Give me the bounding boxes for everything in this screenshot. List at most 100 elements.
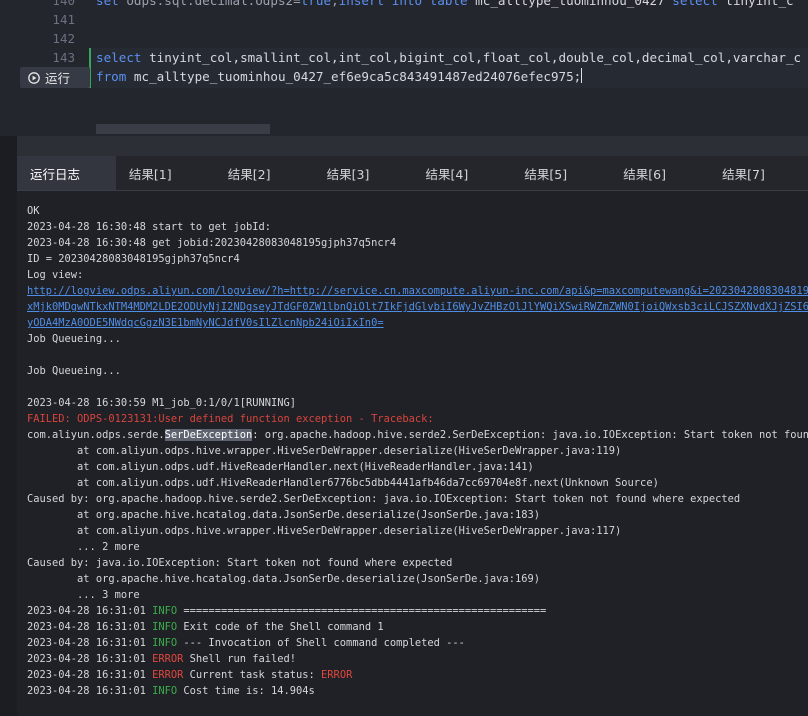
log-line: 2023-04-28 16:30:59 M1_job_0:1/0/1[RUNNI…: [27, 395, 296, 411]
log-line: Job Queueing...: [27, 331, 121, 347]
log-line: at com.aliyun.odps.udf.HiveReaderHandler…: [27, 459, 534, 475]
sql-keyword: insert into table: [338, 0, 468, 8]
log-text: at com.aliyun.odps.hive.wrapper.HiveSerD…: [27, 525, 622, 537]
sql-keyword: set: [96, 0, 119, 8]
code-token: ;: [331, 0, 339, 8]
log-line: 2023-04-28 16:31:01 ERROR Shell run fail…: [27, 651, 296, 667]
code-line-143[interactable]: select tinyint_col,smallint_col,int_col,…: [96, 48, 801, 67]
log-text: com.aliyun.odps.serde.: [27, 429, 165, 441]
info-level: INFO: [152, 605, 178, 617]
log-text: Current task status:: [183, 669, 322, 681]
info-level: INFO: [152, 685, 178, 697]
error-level: ERROR: [321, 669, 353, 681]
log-text: at com.aliyun.odps.udf.HiveReaderHandler…: [27, 461, 534, 473]
code-token: mc_alltype_tuominhou_0427: [467, 0, 673, 8]
log-line: Caused by: org.apache.hadoop.hive.serde2…: [27, 491, 740, 507]
log-text: 2023-04-28 16:30:48 get jobid:2023042808…: [27, 237, 397, 249]
tab-run-log[interactable]: 运行日志: [17, 156, 116, 190]
log-text: Job Queueing...: [27, 333, 121, 345]
line-number: 142: [52, 31, 75, 46]
log-text: 2023-04-28 16:31:01: [27, 669, 153, 681]
tab-result-4[interactable]: 结果[4]: [413, 156, 512, 190]
editor-horizontal-scrollbar[interactable]: [96, 124, 270, 134]
logview-link[interactable]: http://logview.odps.aliyun.com/logview/?…: [27, 283, 808, 299]
log-text: Caused by: org.apache.hadoop.hive.serde2…: [27, 493, 741, 505]
sql-keyword: select: [96, 50, 142, 65]
info-level: INFO: [152, 621, 178, 633]
play-circle-icon: [28, 71, 40, 84]
log-text: 2023-04-28 16:31:01: [27, 637, 153, 649]
log-text: --- Invocation of Shell command complete…: [177, 637, 465, 649]
log-line: OK: [27, 203, 40, 219]
code-line-140[interactable]: set odps.sql.decimal.odps2=true;insert i…: [96, 0, 794, 10]
log-text: at org.apache.hive.hcatalog.data.JsonSer…: [27, 573, 540, 585]
log-text: yODA4MzA0ODE5NWdqcGgzN3E1bmNyNCJdfV0sIlZ…: [27, 317, 384, 329]
search-highlight: SerDeException: [164, 429, 253, 441]
log-line: at com.aliyun.odps.udf.HiveReaderHandler…: [27, 475, 659, 491]
code-line-144[interactable]: from mc_alltype_tuominhou_0427_ef6e9ca5c…: [96, 67, 583, 86]
code-token: odps.sql.decimal.odps2=: [118, 0, 301, 8]
log-line: ID = 20230428083048195gjph37q5ncr4: [27, 251, 240, 267]
log-line: Job Queueing...: [27, 363, 121, 379]
log-text: 2023-04-28 16:30:59 M1_job_0:1/0/1[RUNNI…: [27, 397, 296, 409]
log-text: at com.aliyun.odps.udf.HiveReaderHandler…: [27, 477, 659, 489]
sql-keyword: true: [300, 0, 332, 8]
log-text: OK: [27, 205, 40, 217]
log-line: at org.apache.hive.hcatalog.data.JsonSer…: [27, 571, 540, 587]
log-text: 2023-04-28 16:31:01: [27, 653, 153, 665]
log-text: Cost time is: 14.904s: [177, 685, 315, 697]
log-text: at org.apache.hive.hcatalog.data.JsonSer…: [27, 509, 540, 521]
log-line: 2023-04-28 16:31:01 INFO Cost time is: 1…: [27, 683, 315, 699]
tab-result-6[interactable]: 结果[6]: [610, 156, 709, 190]
log-text: Job Queueing...: [27, 365, 121, 377]
log-line: 2023-04-28 16:31:01 INFO ===============…: [27, 603, 546, 619]
log-line: ... 3 more: [27, 587, 140, 603]
error-level: ERROR: [152, 669, 184, 681]
log-text: Log view:: [27, 269, 84, 281]
result-tabs: 运行日志 结果[1] 结果[2] 结果[3] 结果[4] 结果[5] 结果[6]…: [17, 156, 808, 191]
log-line: 2023-04-28 16:31:01 INFO --- Invocation …: [27, 635, 465, 651]
run-log-output[interactable]: OK 2023-04-28 16:30:48 start to get jobId…: [17, 191, 808, 716]
sql-editor[interactable]: 140 141 142 143 运行 set odps.sql.decimal.…: [0, 0, 808, 136]
code-token: mc_alltype_tuominhou_0427_ef6e9ca5c84349…: [126, 69, 582, 84]
line-number: 143: [52, 50, 75, 65]
panel-splitter[interactable]: [17, 136, 808, 156]
log-text: xMjk0MDgwNTkxNTM4MDM2LDE2ODUyNjI2NDgseyJ…: [27, 301, 808, 313]
log-line: com.aliyun.odps.serde.SerDeException: or…: [27, 427, 808, 443]
log-text: Exit code of the Shell command 1: [177, 621, 384, 633]
log-line: at com.aliyun.odps.hive.wrapper.HiveSerD…: [27, 523, 621, 539]
log-text: 2023-04-28 16:31:01: [27, 621, 153, 633]
line-number: 141: [52, 12, 75, 27]
log-text: 2023-04-28 16:30:48 start to get jobId:: [27, 221, 271, 233]
failed-message: FAILED: ODPS-0123131:User defined functi…: [27, 411, 434, 427]
logview-link[interactable]: yODA4MzA0ODE5NWdqcGgzN3E1bmNyNCJdfV0sIlZ…: [27, 315, 384, 331]
sql-keyword: from: [96, 69, 127, 84]
log-text: Shell run failed!: [183, 653, 297, 665]
log-line: 2023-04-28 16:31:01 INFO Exit code of th…: [27, 619, 384, 635]
log-text: : org.apache.hadoop.hive.serde2.SerDeExc…: [252, 429, 808, 441]
tab-result-5[interactable]: 结果[5]: [511, 156, 610, 190]
text-cursor: [581, 68, 583, 83]
logview-link[interactable]: xMjk0MDgwNTkxNTM4MDM2LDE2ODUyNjI2NDgseyJ…: [27, 299, 808, 315]
tab-result-2[interactable]: 结果[2]: [215, 156, 314, 190]
log-line: at com.aliyun.odps.hive.wrapper.HiveSerD…: [27, 443, 621, 459]
info-level: INFO: [152, 637, 178, 649]
log-text: ... 3 more: [27, 589, 140, 601]
line-number: 140: [52, 0, 75, 8]
code-token: tinyint_col,smallint_col,int_col,bigint_…: [141, 50, 802, 65]
log-text: ... 2 more: [27, 541, 140, 553]
sql-keyword: select: [672, 0, 718, 8]
log-text: FAILED: ODPS-0123131:User defined functi…: [27, 413, 434, 425]
run-button-label: 运行: [45, 71, 71, 86]
log-text: http://logview.odps.aliyun.com/logview/?…: [27, 285, 808, 297]
log-line: 2023-04-28 16:30:48 start to get jobId:: [27, 219, 271, 235]
run-button[interactable]: 运行: [20, 67, 90, 88]
tab-result-3[interactable]: 结果[3]: [314, 156, 413, 190]
log-text: Caused by: java.io.IOException: Start to…: [27, 557, 453, 569]
tab-result-7[interactable]: 结果[7]: [709, 156, 808, 190]
log-line: Log view:: [27, 267, 83, 283]
code-token: tinyint_c: [717, 0, 794, 8]
log-line: 2023-04-28 16:31:01 ERROR Current task s…: [27, 667, 352, 683]
log-text: at com.aliyun.odps.hive.wrapper.HiveSerD…: [27, 445, 622, 457]
tab-result-1[interactable]: 结果[1]: [116, 156, 215, 190]
